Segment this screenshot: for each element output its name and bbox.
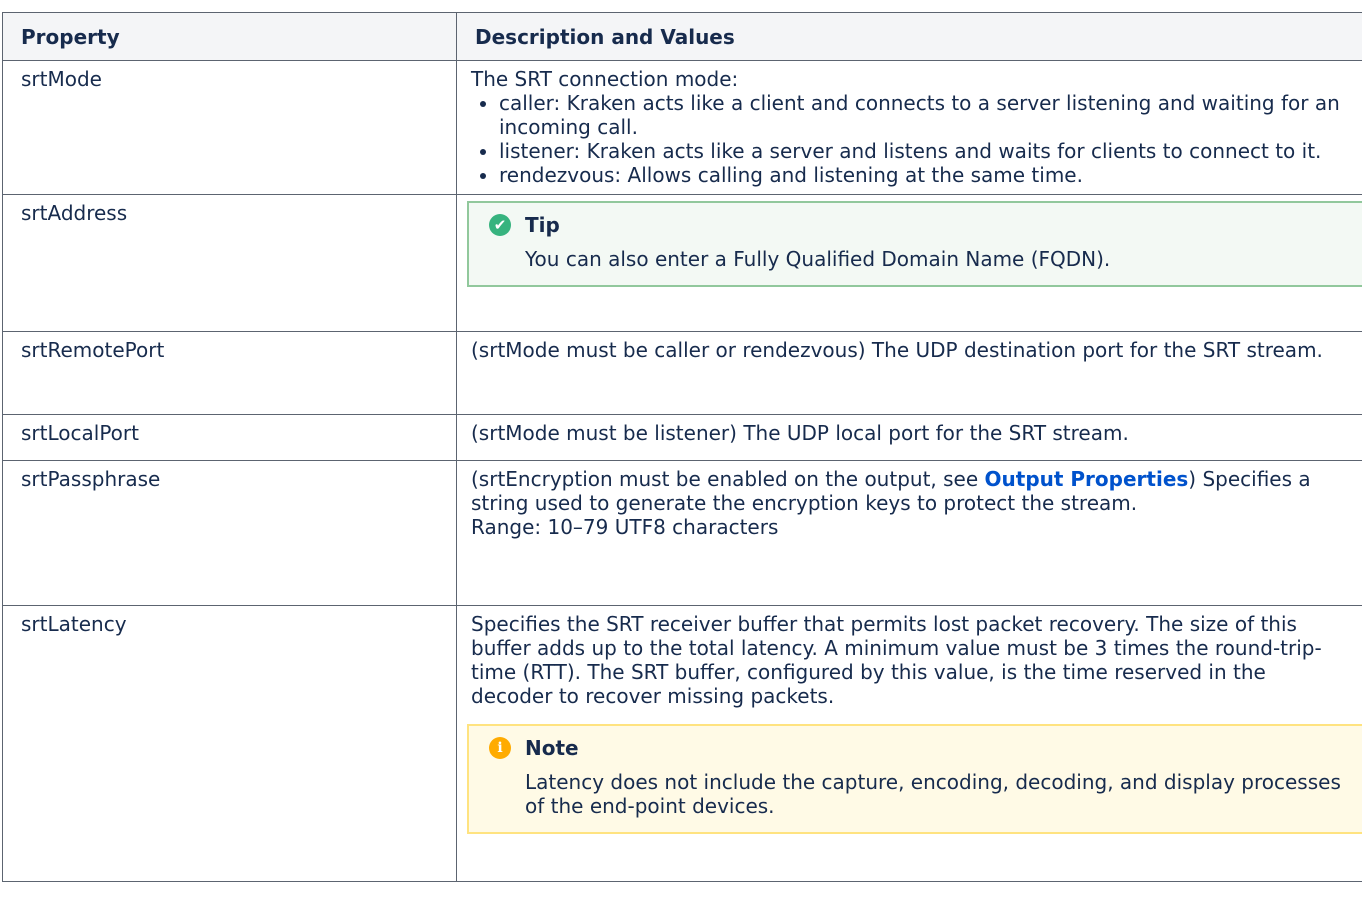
property-name: srtLatency — [2, 605, 457, 882]
tip-header: ✔ Tip — [489, 213, 1342, 237]
header-description: Description and Values — [456, 12, 1362, 61]
property-description: (srtMode must be listener) The UDP local… — [456, 414, 1362, 461]
note-panel: i Note Latency does not include the capt… — [467, 724, 1362, 834]
check-circle-icon: ✔ — [489, 214, 511, 236]
range-text: Range: 10–79 UTF8 characters — [471, 515, 779, 539]
info-icon: i — [489, 737, 511, 759]
note-title: Note — [525, 736, 579, 760]
table-row: srtLatency Specifies the SRT receiver bu… — [2, 605, 1362, 882]
tip-body: You can also enter a Fully Qualified Dom… — [525, 247, 1111, 271]
header-row: Property Description and Values — [2, 12, 1362, 61]
mode-list: caller: Kraken acts like a client and co… — [471, 91, 1352, 187]
list-item: caller: Kraken acts like a client and co… — [499, 91, 1352, 139]
description-pre: (srtEncryption must be enabled on the ou… — [471, 467, 985, 491]
property-description: Specifies the SRT receiver buffer that p… — [456, 605, 1362, 882]
note-body: Latency does not include the capture, en… — [525, 770, 1341, 818]
list-item: listener: Kraken acts like a server and … — [499, 139, 1352, 163]
description-text: Specifies the SRT receiver buffer that p… — [471, 612, 1322, 708]
property-description: (srtMode must be caller or rendezvous) T… — [456, 331, 1362, 415]
table-row: srtMode The SRT connection mode: caller:… — [2, 60, 1362, 195]
property-description: The SRT connection mode: caller: Kraken … — [456, 60, 1362, 195]
list-item: rendezvous: Allows calling and listening… — [499, 163, 1352, 187]
property-name: srtMode — [2, 60, 457, 195]
property-name: srtRemotePort — [2, 331, 457, 415]
table-row: srtRemotePort (srtMode must be caller or… — [2, 331, 1362, 415]
description-text: (srtEncryption must be enabled on the ou… — [471, 467, 1352, 515]
note-header: i Note — [489, 736, 1342, 760]
tip-panel: ✔ Tip You can also enter a Fully Qualifi… — [467, 201, 1362, 287]
property-name: srtPassphrase — [2, 460, 457, 606]
tip-title: Tip — [525, 213, 560, 237]
description-text: The SRT connection mode: — [471, 67, 739, 91]
header-property: Property — [2, 12, 457, 61]
table-row: srtLocalPort (srtMode must be listener) … — [2, 414, 1362, 461]
output-properties-link[interactable]: Output Properties — [985, 467, 1189, 491]
property-name: srtLocalPort — [2, 414, 457, 461]
table-row: srtPassphrase (srtEncryption must be ena… — [2, 460, 1362, 606]
property-description: (srtEncryption must be enabled on the ou… — [456, 460, 1362, 606]
table-row: srtAddress ✔ Tip You can also enter a Fu… — [2, 194, 1362, 332]
property-description: ✔ Tip You can also enter a Fully Qualifi… — [456, 194, 1362, 332]
properties-table: Property Description and Values srtMode … — [2, 12, 1362, 882]
property-name: srtAddress — [2, 194, 457, 332]
